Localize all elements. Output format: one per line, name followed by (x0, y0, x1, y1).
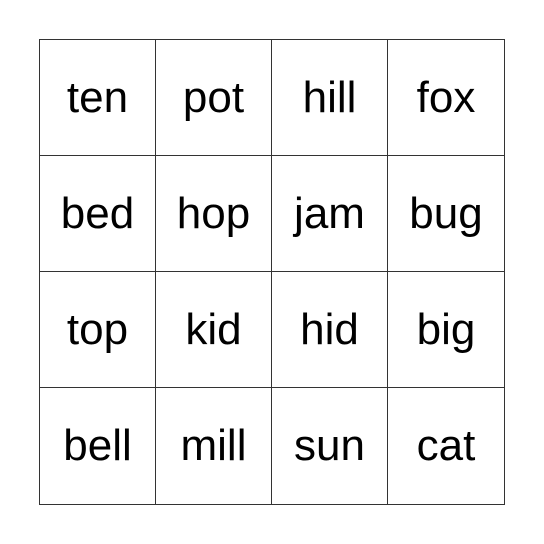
bingo-cell[interactable]: pot (156, 40, 272, 156)
bingo-cell[interactable]: bed (40, 156, 156, 272)
bingo-cell[interactable]: sun (272, 388, 388, 504)
bingo-cell[interactable]: bug (388, 156, 504, 272)
bingo-cell[interactable]: hid (272, 272, 388, 388)
bingo-cell[interactable]: mill (156, 388, 272, 504)
bingo-cell[interactable]: jam (272, 156, 388, 272)
bingo-cell[interactable]: kid (156, 272, 272, 388)
bingo-cell[interactable]: fox (388, 40, 504, 156)
bingo-cell[interactable]: cat (388, 388, 504, 504)
bingo-card: ten pot hill fox bed hop jam bug top kid… (39, 39, 505, 505)
bingo-cell[interactable]: big (388, 272, 504, 388)
bingo-cell[interactable]: hop (156, 156, 272, 272)
bingo-cell[interactable]: bell (40, 388, 156, 504)
bingo-cell[interactable]: hill (272, 40, 388, 156)
bingo-cell[interactable]: top (40, 272, 156, 388)
bingo-cell[interactable]: ten (40, 40, 156, 156)
